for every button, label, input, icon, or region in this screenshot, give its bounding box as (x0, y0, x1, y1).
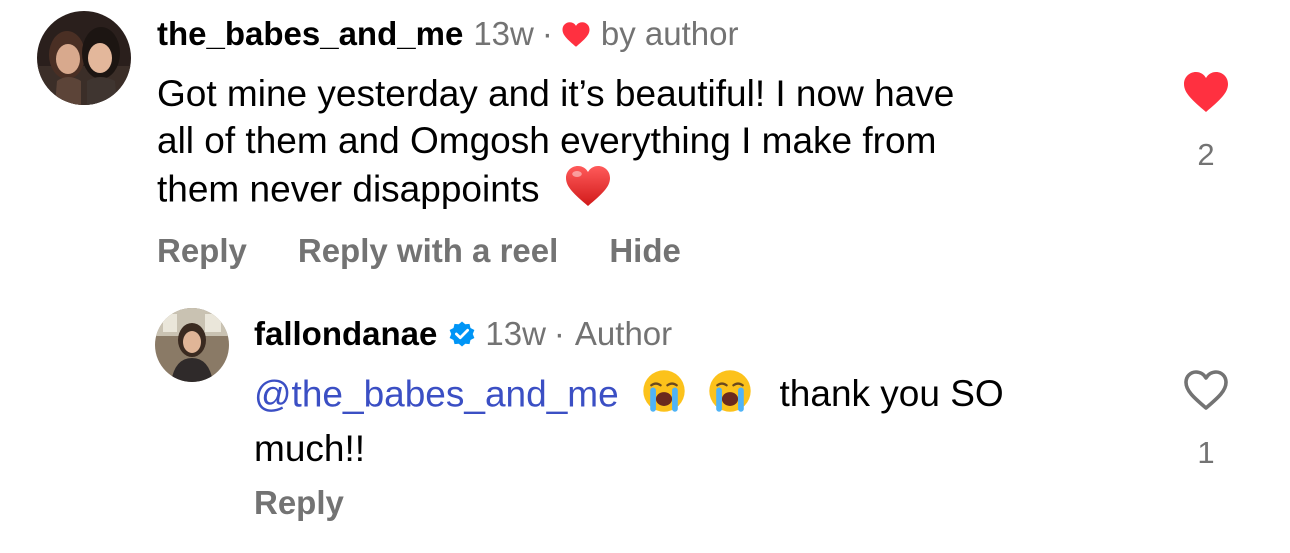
heart-icon (561, 21, 591, 48)
loudly-crying-face-emoji (707, 368, 753, 425)
comment-actions: Reply Reply with a reel Hide (157, 232, 681, 270)
separator: · (553, 315, 565, 352)
avatar[interactable] (37, 11, 131, 105)
comment-header: fallondanae 13w · Author (254, 314, 672, 354)
like-count[interactable]: 1 (1176, 435, 1236, 471)
separator: · (541, 15, 553, 52)
mention-link[interactable]: @the_babes_and_me (254, 373, 619, 414)
timestamp: 13w (473, 15, 534, 52)
verified-badge-icon (447, 319, 477, 349)
comment-text-line: much!! (254, 428, 366, 469)
comment-header: the_babes_and_me 13w · by author (157, 14, 738, 54)
reply-with-reel-button[interactable]: Reply with a reel (298, 232, 558, 270)
username[interactable]: fallondanae (254, 314, 437, 354)
like-column: 1 (1176, 368, 1236, 471)
heart-filled-icon[interactable] (1182, 70, 1230, 119)
comment-text-line: all of them and Omgosh everything I make… (157, 120, 937, 161)
comment-text-fragment: thank you SO (779, 373, 1004, 415)
loudly-crying-face-emoji (641, 368, 687, 425)
like-column: 2 (1176, 70, 1236, 173)
timestamp: 13w (485, 315, 546, 352)
username[interactable]: the_babes_and_me (157, 14, 463, 54)
like-count[interactable]: 2 (1176, 137, 1236, 173)
comment-text-line: them never disappoints (157, 164, 1157, 219)
comment: the_babes_and_me 13w · by author Got min… (0, 0, 1290, 290)
red-heart-emoji (564, 164, 612, 219)
author-tag: Author (574, 315, 673, 352)
comment-text: @the_babes_and_me thank you SO much!! (254, 368, 1154, 472)
reply-comment: fallondanae 13w · Author @the_babes_and_… (0, 290, 1290, 553)
reply-button[interactable]: Reply (254, 484, 344, 522)
reply-button[interactable]: Reply (157, 232, 247, 270)
liked-by-author-label: by author (600, 15, 739, 52)
comment-text-line: Got mine yesterday and it’s beautiful! I… (157, 73, 955, 114)
heart-outline-icon[interactable] (1182, 368, 1230, 417)
comment-text: Got mine yesterday and it’s beautiful! I… (157, 70, 1157, 219)
comment-text-line: @the_babes_and_me thank you SO (254, 368, 1154, 425)
hide-button[interactable]: Hide (609, 232, 681, 270)
comment-actions: Reply (254, 484, 344, 522)
avatar[interactable] (155, 308, 229, 382)
